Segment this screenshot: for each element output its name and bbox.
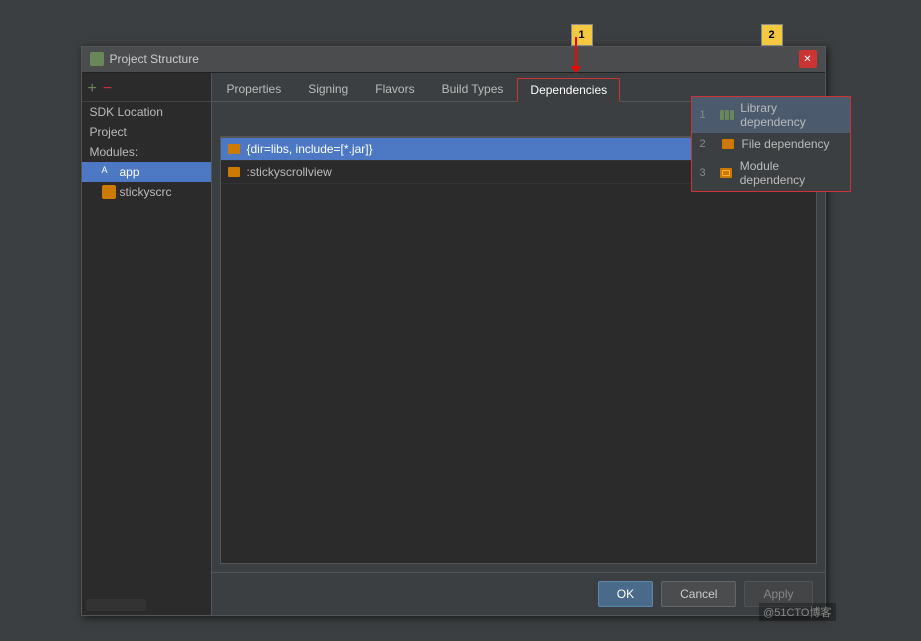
jar-icon bbox=[227, 142, 241, 156]
dropdown-module-label: Module dependency bbox=[740, 159, 842, 187]
dropdown-item-num-2: 2 bbox=[700, 138, 714, 150]
sidebar: + − SDK Location Project Modules: A bbox=[82, 73, 212, 615]
module-dep-icon bbox=[719, 167, 734, 179]
cancel-button[interactable]: Cancel bbox=[661, 581, 736, 607]
app-icon bbox=[90, 52, 104, 66]
tab-flavors[interactable]: Flavors bbox=[362, 77, 427, 101]
dropdown-item-num-3: 3 bbox=[700, 167, 713, 179]
dialog-footer: OK Cancel Apply bbox=[212, 572, 825, 615]
tab-build-types[interactable]: Build Types bbox=[429, 77, 517, 101]
dep-table: {dir=libs, include=[*.jar]} Compile ▾ :s… bbox=[220, 137, 817, 564]
library-dep-icon bbox=[719, 109, 734, 121]
dropdown-file-dependency[interactable]: 2 File dependency bbox=[692, 133, 850, 155]
dep-row-sticky-name: :stickyscrollview bbox=[247, 165, 710, 179]
dep-type-dropdown-menu: 1 Library dependency 2 File dependency 3 bbox=[691, 96, 851, 192]
file-dep-icon bbox=[720, 138, 736, 150]
sidebar-item-project[interactable]: Project bbox=[82, 122, 211, 142]
sidebar-scrollbar[interactable] bbox=[86, 599, 146, 611]
watermark: @51CTO博客 bbox=[759, 603, 835, 621]
tab-properties[interactable]: Properties bbox=[214, 77, 295, 101]
module-ref-icon bbox=[227, 165, 241, 179]
title-bar: Project Structure ✕ bbox=[82, 47, 825, 73]
app-module-icon: A bbox=[102, 165, 116, 179]
dialog-title: Project Structure bbox=[110, 52, 799, 66]
sidebar-toolbar: + − bbox=[82, 77, 211, 102]
dropdown-library-dependency[interactable]: 1 Library dependency bbox=[692, 97, 850, 133]
dep-row-libs-jar-name: {dir=libs, include=[*.jar]} bbox=[247, 142, 710, 156]
sidebar-scroll[interactable]: SDK Location Project Modules: A app sti bbox=[82, 102, 211, 595]
arrow-annotation bbox=[575, 37, 577, 67]
close-button[interactable]: ✕ bbox=[799, 50, 817, 68]
sidebar-item-modules-header: Modules: bbox=[82, 142, 211, 162]
dropdown-file-label: File dependency bbox=[742, 137, 830, 151]
tab-signing[interactable]: Signing bbox=[295, 77, 361, 101]
sidebar-remove-button[interactable]: − bbox=[103, 81, 112, 97]
dropdown-item-num-1: 1 bbox=[700, 109, 713, 121]
dropdown-library-label: Library dependency bbox=[740, 101, 841, 129]
sidebar-item-stickyscrollview[interactable]: stickyscrc bbox=[82, 182, 211, 202]
ok-button[interactable]: OK bbox=[598, 581, 653, 607]
module-icon bbox=[102, 185, 116, 199]
sidebar-item-app[interactable]: A app bbox=[82, 162, 211, 182]
tab-dependencies[interactable]: Dependencies bbox=[517, 78, 620, 102]
sidebar-item-sdk-location[interactable]: SDK Location bbox=[82, 102, 211, 122]
callout-2: 2 bbox=[761, 24, 783, 46]
dropdown-module-dependency[interactable]: 3 Module dependency bbox=[692, 155, 850, 191]
sidebar-add-button[interactable]: + bbox=[88, 81, 97, 97]
